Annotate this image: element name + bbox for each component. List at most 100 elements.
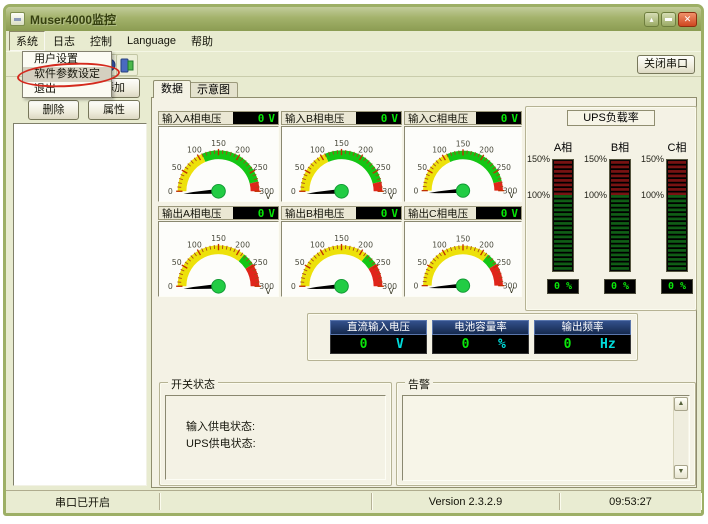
svg-text:150: 150 xyxy=(211,234,226,243)
display-unit: % xyxy=(498,336,506,352)
device-listbox[interactable] xyxy=(13,123,147,486)
scroll-down-icon[interactable]: ▼ xyxy=(674,465,688,479)
properties-button[interactable]: 属性 xyxy=(88,100,140,120)
dial-output: 050100150200250300 V xyxy=(168,234,274,296)
menu-item-exit[interactable]: 退出 xyxy=(23,82,111,97)
gauge-label: 输出C相电压 xyxy=(408,207,469,220)
tick-100: 100% xyxy=(526,190,550,200)
gauge-lcd: 0V xyxy=(356,112,401,125)
svg-text:100: 100 xyxy=(432,241,447,250)
display-label: 直流输入电压 xyxy=(330,320,427,335)
switch-status-panel: 开关状态 输入供电状态: UPS供电状态: xyxy=(159,376,392,486)
ups-load-panel: UPS负载率 A相 150% 100% 0 % B相 150% 100% 0 %… xyxy=(525,106,697,311)
display-value: 0 xyxy=(461,336,470,352)
toolbar-exit-button[interactable] xyxy=(116,54,138,76)
svg-text:200: 200 xyxy=(235,145,250,154)
statusbar: 串口已开启 Version 2.3.2.9 09:53:27 xyxy=(6,490,701,512)
svg-text:200: 200 xyxy=(358,240,373,249)
scroll-up-icon[interactable]: ▲ xyxy=(674,397,688,411)
minimize-icon: ▴ xyxy=(649,14,654,24)
tick-150: 150% xyxy=(640,154,664,164)
delete-button[interactable]: 删除 xyxy=(28,100,79,120)
display-unit: V xyxy=(396,336,404,352)
menu-item-software-parameters[interactable]: 软件参数设定 xyxy=(23,67,111,82)
phase-c-label: C相 xyxy=(667,142,687,154)
svg-text:250: 250 xyxy=(253,163,268,172)
alarm-scrollbar[interactable]: ▲ ▼ xyxy=(673,397,688,479)
dc-input-display: 直流输入电压 0 V xyxy=(330,320,427,354)
svg-text:150: 150 xyxy=(334,234,349,243)
load-value-b: 0 % xyxy=(604,279,636,294)
alarm-title: 告警 xyxy=(405,376,433,392)
svg-text:200: 200 xyxy=(358,145,373,154)
display-unit: Hz xyxy=(600,336,616,352)
svg-text:150: 150 xyxy=(334,139,349,148)
svg-text:50: 50 xyxy=(295,258,305,267)
close-button[interactable]: ✕ xyxy=(678,11,697,27)
window-title: Muser4000监控 xyxy=(30,12,117,27)
ups-load-title: UPS负载率 xyxy=(567,110,655,126)
load-bar-c xyxy=(666,159,688,272)
svg-text:200: 200 xyxy=(479,241,494,250)
svg-text:50: 50 xyxy=(295,163,305,172)
svg-text:100: 100 xyxy=(310,145,325,154)
svg-text:V: V xyxy=(266,287,272,296)
svg-text:100: 100 xyxy=(187,240,202,249)
restore-button[interactable] xyxy=(661,11,676,27)
version-text: Version 2.3.2.9 xyxy=(428,495,503,508)
tab-data[interactable]: 数据 xyxy=(153,80,191,98)
display-value: 0 xyxy=(359,336,368,352)
menu-control[interactable]: 控制 xyxy=(83,31,119,51)
svg-text:100: 100 xyxy=(310,240,325,249)
menubar: 系统 日志 控制 Language 帮助 xyxy=(6,31,701,51)
book-door-icon xyxy=(120,58,134,73)
load-bar-b xyxy=(609,159,631,272)
menu-item-user-settings[interactable]: 用户设置 xyxy=(23,52,111,67)
svg-text:100: 100 xyxy=(187,145,202,154)
svg-text:V: V xyxy=(509,191,515,200)
svg-text:V: V xyxy=(509,286,515,295)
dial-output: 050100150200250300 V xyxy=(414,234,518,295)
dial-input: 050100150200250300 V xyxy=(168,139,274,201)
svg-text:250: 250 xyxy=(376,258,391,267)
serial-status-text: 串口已开启 xyxy=(55,496,110,509)
ups-power-status-label: UPS供电状态: xyxy=(186,438,256,450)
svg-text:0: 0 xyxy=(168,282,173,291)
svg-text:V: V xyxy=(389,287,395,296)
gauge-lcd: 0V xyxy=(233,112,278,125)
gauge-lcd: 0V xyxy=(233,207,278,220)
gauge-lcd: 0V xyxy=(476,112,521,125)
gauge-output-b: 输出B相电压 0V 0 50 100 150 200 250 300 V xyxy=(281,206,402,297)
svg-text:150: 150 xyxy=(456,234,471,243)
gauge-input-a: 输入A相电压 0V 0 50 100 150 200 250 300 V xyxy=(158,111,279,202)
input-power-status-label: 输入供电状态: xyxy=(186,421,256,433)
svg-text:50: 50 xyxy=(172,258,182,267)
menu-system[interactable]: 系统 xyxy=(9,31,45,51)
display-value: 0 xyxy=(563,336,572,352)
svg-text:V: V xyxy=(389,192,395,201)
svg-text:200: 200 xyxy=(479,146,494,155)
gauge-input-b: 输入B相电压 0V 0 50 100 150 200 250 300 V xyxy=(281,111,402,202)
restore-icon xyxy=(665,17,672,21)
load-value-c: 0 % xyxy=(661,279,693,294)
dial-output: 050100150200250300 V xyxy=(291,234,397,296)
main-area: 数据 示意图 输入A相电压 0V 0 50 100 150 200 250 300 xyxy=(151,77,701,490)
clock-text: 09:53:27 xyxy=(609,495,652,508)
app-window: Muser4000监控 ▴ ✕ 系统 日志 控制 Language 帮助 关闭串… xyxy=(3,4,704,516)
svg-text:50: 50 xyxy=(417,258,427,267)
display-label: 输出频率 xyxy=(534,320,631,335)
gauge-label: 输出B相电压 xyxy=(285,207,345,220)
menu-language[interactable]: Language xyxy=(120,33,183,49)
tab-diagram[interactable]: 示意图 xyxy=(189,82,238,98)
menu-log[interactable]: 日志 xyxy=(46,31,82,51)
svg-text:0: 0 xyxy=(414,281,419,290)
close-serial-button[interactable]: 关闭串口 xyxy=(637,55,695,74)
gauge-lcd: 0V xyxy=(476,207,521,220)
svg-text:0: 0 xyxy=(291,282,296,291)
screen: Muser4000监控 ▴ ✕ 系统 日志 控制 Language 帮助 关闭串… xyxy=(0,0,708,524)
minimize-button[interactable]: ▴ xyxy=(644,11,659,27)
alarm-listbox[interactable]: ▲ ▼ xyxy=(402,395,690,481)
gauge-input-c: 输入C相电压 0V 0 50 100 150 200 250 300 V xyxy=(404,111,522,202)
gauge-label: 输入B相电压 xyxy=(285,112,345,125)
menu-help[interactable]: 帮助 xyxy=(184,31,220,51)
